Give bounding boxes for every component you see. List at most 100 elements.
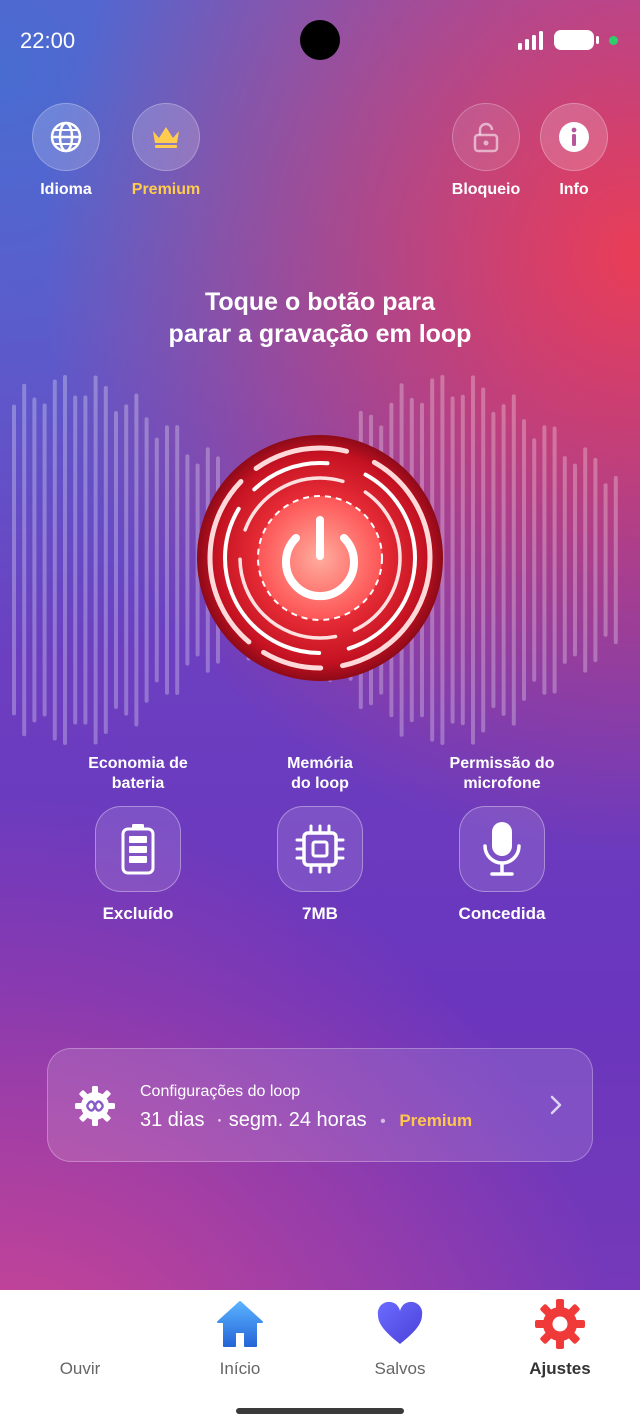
loop-memory-value: 7MB bbox=[302, 904, 338, 923]
waveform-bar bbox=[491, 411, 496, 709]
privacy-indicator bbox=[609, 36, 618, 45]
soundwave-icon bbox=[56, 1298, 102, 1350]
waveform-bar bbox=[124, 404, 129, 716]
waveform-bar bbox=[481, 387, 486, 733]
mic-permission-button[interactable] bbox=[459, 806, 545, 892]
heart-icon bbox=[377, 1301, 423, 1344]
waveform-bar bbox=[165, 425, 169, 695]
waveform-bar bbox=[175, 425, 180, 695]
waveform-bar bbox=[583, 447, 588, 673]
battery-saver-title-line2: bateria bbox=[111, 775, 165, 792]
waveform-bar bbox=[511, 394, 516, 726]
waveform-bar bbox=[532, 438, 537, 682]
home-indicator[interactable] bbox=[236, 1408, 404, 1414]
waveform-bar bbox=[154, 437, 159, 683]
lock-icon bbox=[473, 122, 499, 153]
loop-settings-summary: 31 dias · segm. 24 horas • Premium bbox=[140, 1109, 472, 1132]
mic-permission-feature[interactable]: Permissão do microfone Concedida bbox=[412, 754, 592, 924]
waveform-bar bbox=[114, 410, 118, 710]
nav-saved[interactable]: Salvos bbox=[340, 1298, 460, 1379]
waveform-bar bbox=[32, 397, 37, 723]
info-button[interactable]: Info bbox=[540, 103, 608, 198]
waveform-bar bbox=[562, 456, 567, 664]
premium-button-circle[interactable] bbox=[132, 103, 200, 171]
waveform-bar bbox=[63, 375, 67, 745]
record-power-button[interactable] bbox=[196, 434, 444, 682]
loop-settings-card[interactable]: Configurações do loop 31 dias · segm. 24 … bbox=[47, 1048, 593, 1162]
loop-segment: segm. 24 horas bbox=[228, 1109, 367, 1131]
waveform-bar bbox=[603, 483, 608, 637]
waveform-bar bbox=[144, 417, 149, 703]
bottom-navigation: Ouvir Início Salvos Ajustes bbox=[0, 1290, 640, 1422]
battery-saver-feature[interactable]: Economia de bateria Excluído bbox=[48, 754, 228, 924]
waveform-bar bbox=[593, 457, 598, 663]
settings-gear-icon bbox=[535, 1299, 585, 1349]
mic-permission-title-line2: microfone bbox=[463, 775, 541, 792]
waveform-bar bbox=[573, 463, 577, 657]
waveform-bar bbox=[613, 475, 618, 645]
battery-icon bbox=[121, 824, 155, 875]
waveform-bar bbox=[52, 379, 57, 741]
battery-saver-button[interactable] bbox=[95, 806, 181, 892]
info-icon bbox=[559, 122, 589, 152]
loop-bullet: • bbox=[380, 1113, 386, 1130]
waveform-bar bbox=[73, 395, 78, 725]
waveform-bar bbox=[185, 454, 190, 666]
info-label: Info bbox=[559, 181, 589, 198]
nav-saved-label: Salvos bbox=[374, 1359, 426, 1378]
mic-permission-title: Permissão do microfone bbox=[412, 754, 592, 794]
language-button[interactable]: Idioma bbox=[32, 103, 100, 198]
headline-line1: Toque o botão para bbox=[204, 288, 436, 316]
microphone-icon bbox=[483, 822, 521, 876]
loop-settings-gear-icon bbox=[75, 1086, 115, 1126]
signal-icon bbox=[518, 31, 543, 50]
crown-icon bbox=[153, 127, 179, 148]
lock-button-circle[interactable] bbox=[452, 103, 520, 171]
waveform-bar bbox=[552, 426, 557, 694]
waveform-bar bbox=[93, 375, 98, 745]
battery-status-icon bbox=[554, 30, 599, 50]
loop-premium-badge: Premium bbox=[399, 1111, 473, 1130]
status-bar: 22:00 bbox=[0, 0, 640, 80]
waveform-bar bbox=[83, 395, 88, 725]
waveform-bar bbox=[471, 375, 475, 745]
nav-listen-label: Ouvir bbox=[59, 1359, 101, 1378]
loop-memory-title-line2: do loop bbox=[291, 775, 349, 792]
mic-permission-value: Concedida bbox=[458, 904, 546, 923]
premium-label: Premium bbox=[131, 181, 201, 198]
waveform-bar bbox=[134, 393, 139, 727]
status-time: 22:00 bbox=[20, 28, 76, 53]
app-screen: 22:00 Idioma Premium Bloqueio Info Toque… bbox=[0, 0, 640, 1422]
language-button-circle[interactable] bbox=[32, 103, 100, 171]
waveform-bar bbox=[542, 425, 547, 695]
mic-permission-title-line1: Permissão do bbox=[449, 755, 555, 772]
premium-button[interactable]: Premium bbox=[132, 103, 200, 198]
memory-chip-icon bbox=[295, 824, 345, 874]
chevron-right-icon bbox=[550, 1095, 562, 1115]
battery-saver-value: Excluído bbox=[102, 904, 174, 923]
loop-memory-title-line1: Memória bbox=[287, 755, 353, 772]
lock-button[interactable]: Bloqueio bbox=[452, 103, 520, 198]
waveform-bar bbox=[450, 396, 455, 724]
waveform-bar bbox=[460, 394, 465, 726]
loop-days: 31 dias bbox=[140, 1109, 205, 1131]
home-icon bbox=[217, 1301, 263, 1347]
loop-settings-title: Configurações do loop bbox=[140, 1083, 301, 1100]
loop-memory-feature[interactable]: Memória do loop 7MB bbox=[230, 754, 410, 924]
globe-icon bbox=[50, 121, 82, 153]
battery-saver-title: Economia de bateria bbox=[48, 754, 228, 794]
front-camera bbox=[300, 20, 340, 60]
headline: Toque o botão para parar a gravação em l… bbox=[0, 286, 640, 350]
info-button-circle[interactable] bbox=[540, 103, 608, 171]
nav-home-label: Início bbox=[219, 1359, 261, 1378]
waveform-bar bbox=[42, 403, 47, 717]
nav-settings[interactable]: Ajustes bbox=[500, 1298, 620, 1379]
loop-separator: · bbox=[216, 1109, 223, 1131]
waveform-bar bbox=[12, 404, 16, 716]
headline-line2: parar a gravação em loop bbox=[168, 320, 472, 348]
nav-home[interactable]: Início bbox=[180, 1298, 300, 1379]
nav-listen[interactable]: Ouvir bbox=[20, 1298, 140, 1379]
waveform-bar bbox=[22, 383, 27, 737]
loop-memory-button[interactable] bbox=[277, 806, 363, 892]
battery-saver-title-line1: Economia de bbox=[88, 755, 188, 772]
